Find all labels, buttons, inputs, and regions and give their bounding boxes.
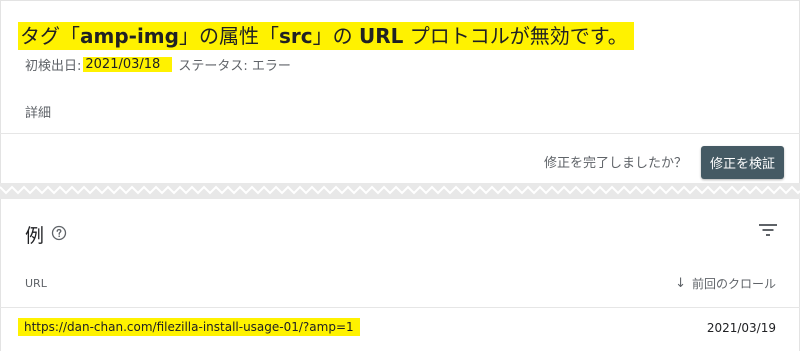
table-row-last-crawl: 2021/03/19 — [706, 321, 776, 335]
examples-title: 例 — [25, 225, 45, 247]
section-break-zigzag — [0, 183, 800, 199]
title-text: タグ「 — [20, 24, 80, 48]
title-attr: src — [278, 24, 313, 48]
issue-title: タグ「amp-img」の属性「src」の URL プロトコルが無効です。 — [18, 22, 634, 50]
divider — [0, 133, 800, 134]
title-text: プロトコルが無効です。 — [403, 24, 628, 48]
validate-fix-button[interactable]: 修正を検証 — [701, 146, 784, 179]
column-header-url[interactable]: URL — [25, 277, 47, 290]
validate-question: 修正を完了しましたか？ — [543, 156, 687, 171]
first-detected-label: 初検出日: — [25, 59, 82, 74]
title-tag: amp-img — [80, 24, 179, 48]
status-text: ステータス: エラー — [178, 59, 291, 74]
help-circle-icon[interactable] — [51, 225, 67, 241]
title-text: 」の — [312, 24, 359, 48]
title-url: URL — [358, 24, 404, 48]
divider — [0, 307, 800, 308]
first-detected-date: 2021/03/18 — [83, 57, 173, 72]
column-header-last-crawl[interactable]: ↓ 前回のクロール — [675, 275, 776, 292]
title-text: 」の属性「 — [178, 24, 279, 48]
column-header-last-crawl-label: 前回のクロール — [691, 277, 776, 291]
filter-icon[interactable] — [758, 222, 778, 238]
arrow-down-icon: ↓ — [675, 276, 686, 291]
issue-meta: 初検出日: 2021/03/18 ステータス: エラー — [25, 55, 291, 74]
details-link[interactable]: 詳細 — [25, 102, 51, 121]
table-row-url[interactable]: https://dan-chan.com/filezilla-install-u… — [18, 318, 360, 336]
